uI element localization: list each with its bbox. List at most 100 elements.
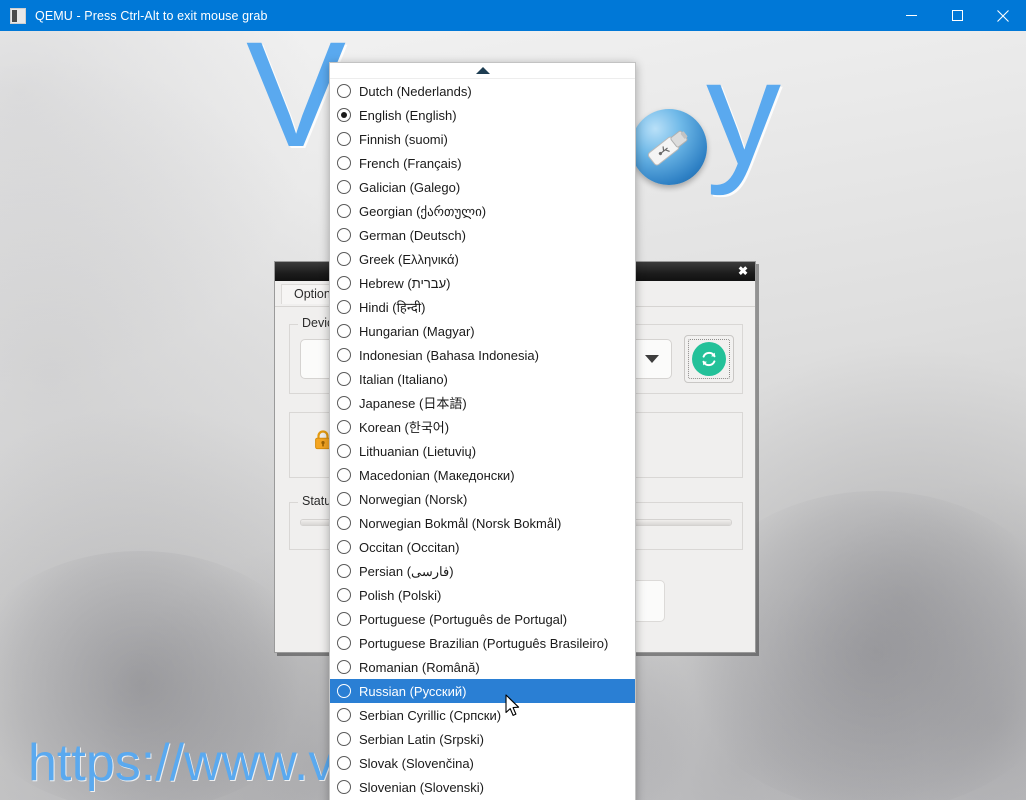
qemu-icon [10,7,26,24]
usb-stick-icon [647,130,688,166]
radio-button-icon[interactable] [337,300,351,314]
close-button[interactable] [980,0,1026,31]
language-option[interactable]: Greek (Ελληνικά) [330,247,635,271]
language-option[interactable]: Italian (Italiano) [330,367,635,391]
language-option-label: Occitan (Occitan) [359,539,460,555]
radio-button-icon[interactable] [337,372,351,386]
refresh-icon [692,342,726,376]
language-option[interactable]: Korean (한국어) [330,415,635,439]
language-option-label: Macedonian (Македонски) [359,467,515,483]
refresh-arrows-icon [702,351,716,367]
maximize-button[interactable] [934,0,980,31]
language-option[interactable]: Indonesian (Bahasa Indonesia) [330,343,635,367]
radio-button-icon[interactable] [337,684,351,698]
minimize-icon [905,15,917,16]
language-option[interactable]: Occitan (Occitan) [330,535,635,559]
site-url-text: https://www.v [28,734,335,792]
radio-button-icon[interactable] [337,780,351,794]
language-option-label: Portuguese Brazilian (Português Brasilei… [359,635,609,651]
radio-button-icon[interactable] [337,324,351,338]
radio-button-icon[interactable] [337,132,351,146]
dialog-close-button[interactable]: ✖ [735,263,751,279]
language-option[interactable]: Russian (Русский) [330,679,635,703]
language-option[interactable]: Norwegian Bokmål (Norsk Bokmål) [330,511,635,535]
language-option-label: Serbian Latin (Srpski) [359,731,484,747]
language-option[interactable]: Serbian Cyrillic (Српски) [330,703,635,727]
language-option-label: Slovenian (Slovenski) [359,779,485,795]
language-option-label: Finnish (suomi) [359,131,448,147]
radio-button-icon[interactable] [337,588,351,602]
language-option[interactable]: English (English) [330,103,635,127]
language-option[interactable]: Hebrew (עברית) [330,271,635,295]
radio-button-icon[interactable] [337,564,351,578]
language-option[interactable]: Portuguese (Português de Portugal) [330,607,635,631]
language-option[interactable]: Lithuanian (Lietuvių) [330,439,635,463]
language-option[interactable]: Norwegian (Norsk) [330,487,635,511]
radio-button-icon[interactable] [337,420,351,434]
language-option-label: Portuguese (Português de Portugal) [359,611,568,627]
radio-button-icon[interactable] [337,540,351,554]
language-option[interactable]: Georgian (ქართული) [330,199,635,223]
radio-button-icon[interactable] [337,468,351,482]
language-option-label: Indonesian (Bahasa Indonesia) [359,347,539,363]
language-option-label: Norwegian (Norsk) [359,491,468,507]
usb-drive-sphere-icon [631,109,707,185]
radio-button-icon[interactable] [337,708,351,722]
language-option-label: French (Français) [359,155,462,171]
scroll-up-button[interactable] [330,63,635,79]
minimize-button[interactable] [888,0,934,31]
close-icon [997,9,1009,22]
language-option[interactable]: German (Deutsch) [330,223,635,247]
language-option-label: Italian (Italiano) [359,371,448,387]
language-option-label: Russian (Русский) [359,683,467,699]
radio-button-icon[interactable] [337,156,351,170]
language-option[interactable]: Slovenian (Slovenski) [330,775,635,799]
radio-button-icon[interactable] [337,660,351,674]
language-option-label: Serbian Cyrillic (Српски) [359,707,502,723]
language-option-label: Persian (فارسی) [359,563,454,579]
radio-button-icon[interactable] [337,180,351,194]
radio-button-icon[interactable] [337,108,351,122]
language-option[interactable]: Serbian Latin (Srpski) [330,727,635,751]
language-option-label: English (English) [359,107,457,123]
language-option[interactable]: Galician (Galego) [330,175,635,199]
language-option[interactable]: Slovak (Slovenčina) [330,751,635,775]
language-option[interactable]: Persian (فارسی) [330,559,635,583]
language-option[interactable]: Romanian (Română) [330,655,635,679]
language-option[interactable]: Finnish (suomi) [330,127,635,151]
language-dropdown-popup: Dutch (Nederlands) English (English) Finni… [329,62,636,800]
radio-button-icon[interactable] [337,444,351,458]
language-option[interactable]: Hindi (हिन्दी) [330,295,635,319]
language-option[interactable]: French (Français) [330,151,635,175]
radio-button-icon[interactable] [337,228,351,242]
chevron-down-icon [645,355,659,363]
radio-button-icon[interactable] [337,204,351,218]
radio-button-icon[interactable] [337,252,351,266]
language-option[interactable]: Hungarian (Magyar) [330,319,635,343]
radio-button-icon[interactable] [337,492,351,506]
radio-button-icon[interactable] [337,276,351,290]
guest-screen: V y https://www.v ✖ Option Device Status… [0,31,1026,800]
maximize-icon [951,10,963,21]
radio-button-icon[interactable] [337,84,351,98]
language-option[interactable]: Portuguese Brazilian (Português Brasilei… [330,631,635,655]
language-option[interactable]: Macedonian (Македонски) [330,463,635,487]
radio-button-icon[interactable] [337,348,351,362]
radio-button-icon[interactable] [337,396,351,410]
radio-button-icon[interactable] [337,756,351,770]
language-option-label: Polish (Polski) [359,587,442,603]
qemu-window: QEMU - Press Ctrl-Alt to exit mouse grab… [0,0,1026,800]
language-option[interactable]: Japanese (日本語) [330,391,635,415]
radio-button-icon[interactable] [337,516,351,530]
language-option-label: Lithuanian (Lietuvių) [359,443,477,459]
radio-button-icon[interactable] [337,732,351,746]
language-option-label: Greek (Ελληνικά) [359,251,459,267]
language-option-label: Korean (한국어) [359,419,450,435]
refresh-button[interactable] [684,335,734,383]
radio-button-icon[interactable] [337,612,351,626]
language-list[interactable]: Dutch (Nederlands) English (English) Finni… [330,79,635,800]
radio-button-icon[interactable] [337,636,351,650]
language-option-label: Georgian (ქართული) [359,203,487,219]
language-option[interactable]: Dutch (Nederlands) [330,79,635,103]
language-option[interactable]: Polish (Polski) [330,583,635,607]
